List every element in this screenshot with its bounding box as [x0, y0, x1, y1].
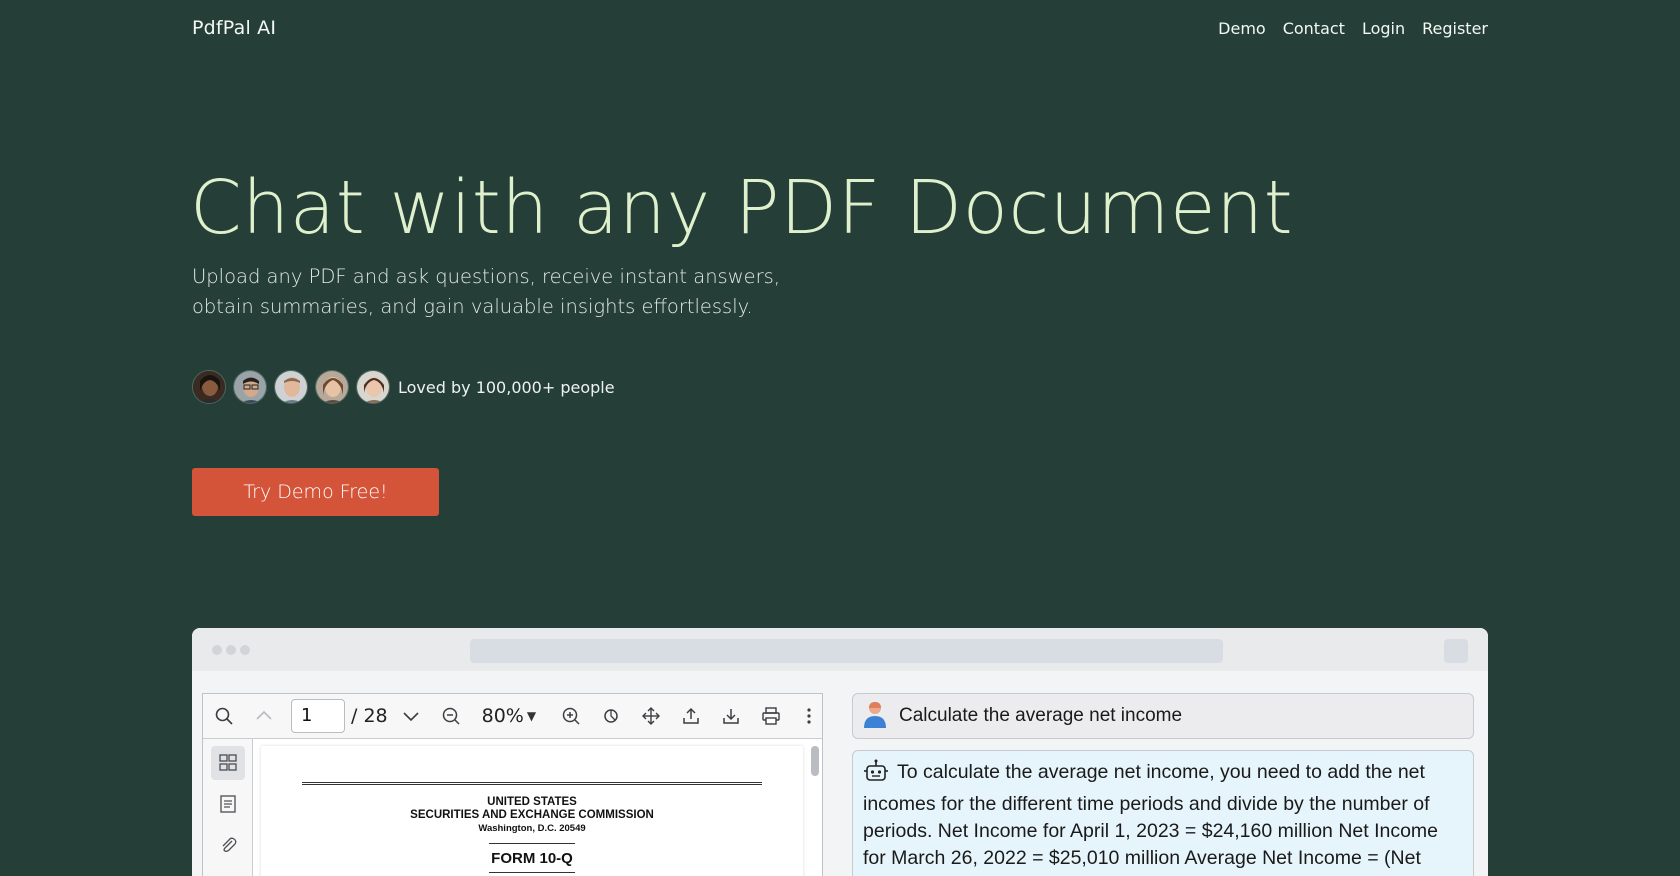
window-dot [212, 645, 222, 655]
zoom-level[interactable]: 80% [482, 705, 524, 727]
answer-paragraph: To calculate the average net income, you… [863, 759, 1463, 876]
nav-link-demo[interactable]: Demo [1218, 19, 1266, 38]
robot-icon [863, 759, 889, 791]
attachment-icon[interactable] [211, 828, 245, 862]
window-dot [226, 645, 236, 655]
avatar-group [192, 370, 390, 404]
doc-heading-address: Washington, D.C. 20549 [478, 823, 586, 834]
document-rule [489, 872, 575, 873]
avatar [274, 370, 308, 404]
print-icon[interactable] [760, 705, 782, 727]
avatar [233, 370, 267, 404]
hero-title: Chat with any PDF Document [190, 165, 1294, 251]
hero-subtitle: Upload any PDF and ask questions, receiv… [192, 265, 781, 318]
doc-heading-country: UNITED STATES [487, 796, 577, 808]
outline-icon[interactable] [211, 787, 245, 821]
dropdown-caret-icon[interactable]: ▼ [527, 709, 536, 723]
download-icon[interactable] [720, 705, 742, 727]
pdf-scrollbar[interactable] [811, 746, 819, 776]
doc-heading-agency: SECURITIES AND EXCHANGE COMMISSION [410, 809, 654, 821]
nav-link-contact[interactable]: Contact [1283, 19, 1345, 38]
pan-icon[interactable] [640, 705, 662, 727]
chevron-down-icon[interactable] [400, 705, 422, 727]
pdf-page[interactable]: UNITED STATES SECURITIES AND EXCHANGE CO… [261, 746, 803, 876]
rotate-icon[interactable] [600, 705, 622, 727]
social-proof: Loved by 100,000+ people [192, 370, 615, 404]
top-nav: PdfPal AI Demo Contact Login Register [192, 16, 1488, 40]
avatar [315, 370, 349, 404]
thumbnails-icon[interactable] [211, 746, 245, 780]
nav-link-login[interactable]: Login [1362, 19, 1405, 38]
upload-icon[interactable] [680, 705, 702, 727]
question-text: Calculate the average net income [899, 705, 1183, 726]
question-bubble: Calculate the average net income [852, 693, 1474, 739]
search-icon[interactable] [213, 705, 235, 727]
pdf-toolbar: 1 / 28 80% ▼ [203, 694, 822, 739]
answer-text: To calculate the average net income, you… [863, 761, 1439, 876]
chat-panel: Calculate the average net income To calc… [852, 693, 1474, 876]
document-rule [489, 843, 575, 844]
page-total: / 28 [351, 705, 388, 727]
social-proof-text: Loved by 100,000+ people [398, 377, 615, 397]
more-options-icon[interactable] [798, 705, 820, 727]
window-titlebar [192, 628, 1488, 671]
pdf-viewer: 1 / 28 80% ▼ UNITED STATES SECURITIES AN… [202, 693, 823, 876]
user-avatar-icon [863, 700, 887, 732]
doc-form-title: FORM 10-Q [491, 850, 573, 867]
zoom-in-icon[interactable] [560, 705, 582, 727]
avatar [356, 370, 390, 404]
nav-link-register[interactable]: Register [1422, 19, 1488, 38]
demo-window: 1 / 28 80% ▼ UNITED STATES SECURITIES AN… [192, 628, 1488, 876]
avatar [192, 370, 226, 404]
try-demo-button[interactable]: Try Demo Free! [192, 468, 439, 516]
answer-bubble: To calculate the average net income, you… [852, 750, 1474, 876]
window-dot [240, 645, 250, 655]
address-bar [470, 639, 1223, 663]
chevron-up-icon[interactable] [253, 705, 275, 727]
zoom-out-icon[interactable] [440, 705, 462, 727]
pdf-sidebar [203, 739, 253, 876]
page-number-input[interactable]: 1 [291, 699, 345, 733]
window-button [1444, 639, 1468, 663]
brand-logo[interactable]: PdfPal AI [192, 17, 276, 39]
nav-links: Demo Contact Login Register [1218, 19, 1488, 38]
document-rule [302, 782, 762, 785]
